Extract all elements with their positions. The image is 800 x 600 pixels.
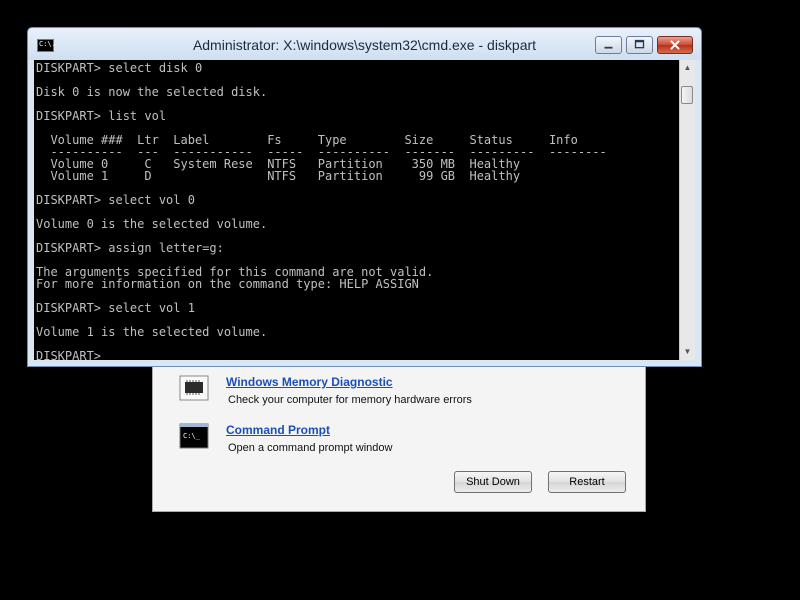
scrollbar-thumb[interactable] bbox=[681, 86, 693, 104]
console-line: DISKPART> select vol 0 bbox=[36, 193, 195, 207]
console-line: DISKPART> assign letter=g: bbox=[36, 241, 224, 255]
tool-name-link[interactable]: Command Prompt bbox=[226, 423, 330, 437]
svg-text:C:\_: C:\_ bbox=[183, 432, 201, 440]
console-output[interactable]: DISKPART> select disk 0 Disk 0 is now the… bbox=[34, 60, 679, 360]
close-icon bbox=[670, 40, 680, 50]
cmd-window: C:\. Administrator: X:\windows\system32\… bbox=[27, 27, 702, 367]
maximize-button[interactable] bbox=[626, 36, 653, 54]
tool-name-link[interactable]: Windows Memory Diagnostic bbox=[226, 375, 393, 389]
console-line: DISKPART> bbox=[36, 349, 109, 360]
console-line: Volume 1 D NTFS Partition 99 GB Healthy bbox=[36, 169, 521, 183]
console-line: Disk 0 is now the selected disk. bbox=[36, 85, 268, 99]
console-line: For more information on the command type… bbox=[36, 277, 419, 291]
recovery-options-panel: Windows Memory Diagnostic Check your com… bbox=[152, 356, 646, 512]
tool-description: Check your computer for memory hardware … bbox=[228, 394, 472, 406]
minimize-icon bbox=[604, 46, 613, 49]
console-line: DISKPART> list vol bbox=[36, 109, 167, 123]
close-button[interactable] bbox=[657, 36, 693, 54]
title-bar[interactable]: C:\. Administrator: X:\windows\system32\… bbox=[28, 28, 701, 60]
command-prompt-icon: C:\_ bbox=[179, 423, 209, 449]
scroll-down-icon[interactable]: ▼ bbox=[680, 344, 695, 360]
tool-description: Open a command prompt window bbox=[228, 442, 393, 454]
minimize-button[interactable] bbox=[595, 36, 622, 54]
console-line: DISKPART> select vol 1 bbox=[36, 301, 195, 315]
console-line: Volume 0 is the selected volume. bbox=[36, 217, 268, 231]
vertical-scrollbar[interactable]: ▲ ▼ bbox=[679, 60, 695, 360]
scroll-up-icon[interactable]: ▲ bbox=[680, 60, 695, 76]
console-line: Volume 1 is the selected volume. bbox=[36, 325, 268, 339]
maximize-icon bbox=[634, 39, 645, 49]
shut-down-button[interactable]: Shut Down bbox=[454, 471, 532, 493]
console-line: DISKPART> select disk 0 bbox=[36, 61, 203, 75]
memory-chip-icon bbox=[179, 375, 209, 401]
restart-button[interactable]: Restart bbox=[548, 471, 626, 493]
